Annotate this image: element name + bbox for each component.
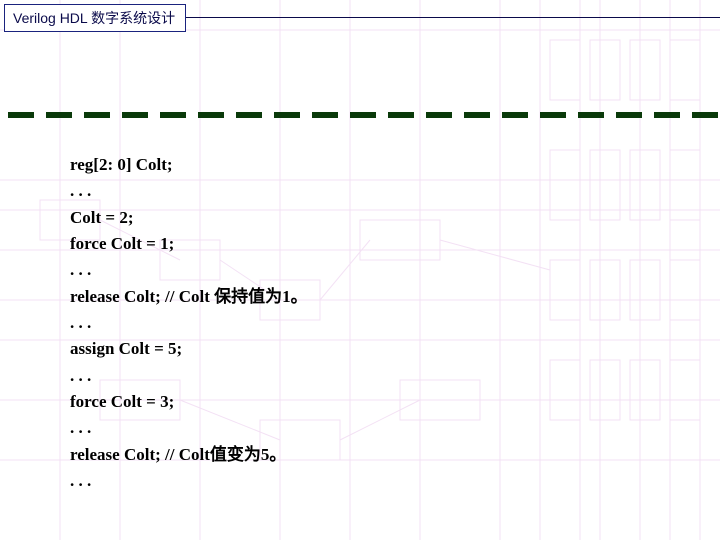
code-line: release Colt; // Colt 保持值为1。 <box>70 284 308 310</box>
page-header-box: Verilog HDL 数字系统设计 <box>4 4 186 32</box>
code-line: assign Colt = 5; <box>70 336 308 362</box>
dashed-separator <box>8 112 712 120</box>
code-line: release Colt; // Colt值变为5。 <box>70 442 308 468</box>
header-rule <box>170 17 720 18</box>
code-line: force Colt = 3; <box>70 389 308 415</box>
code-block: reg[2: 0] Colt; . . . Colt = 2; force Co… <box>70 152 308 494</box>
code-line: . . . <box>70 257 308 283</box>
code-line: . . . <box>70 363 308 389</box>
code-line: reg[2: 0] Colt; <box>70 152 308 178</box>
code-line: . . . <box>70 310 308 336</box>
code-line: . . . <box>70 178 308 204</box>
code-line: . . . <box>70 415 308 441</box>
code-line: force Colt = 1; <box>70 231 308 257</box>
page-title: Verilog HDL 数字系统设计 <box>13 10 175 26</box>
code-line: . . . <box>70 468 308 494</box>
code-line: Colt = 2; <box>70 205 308 231</box>
